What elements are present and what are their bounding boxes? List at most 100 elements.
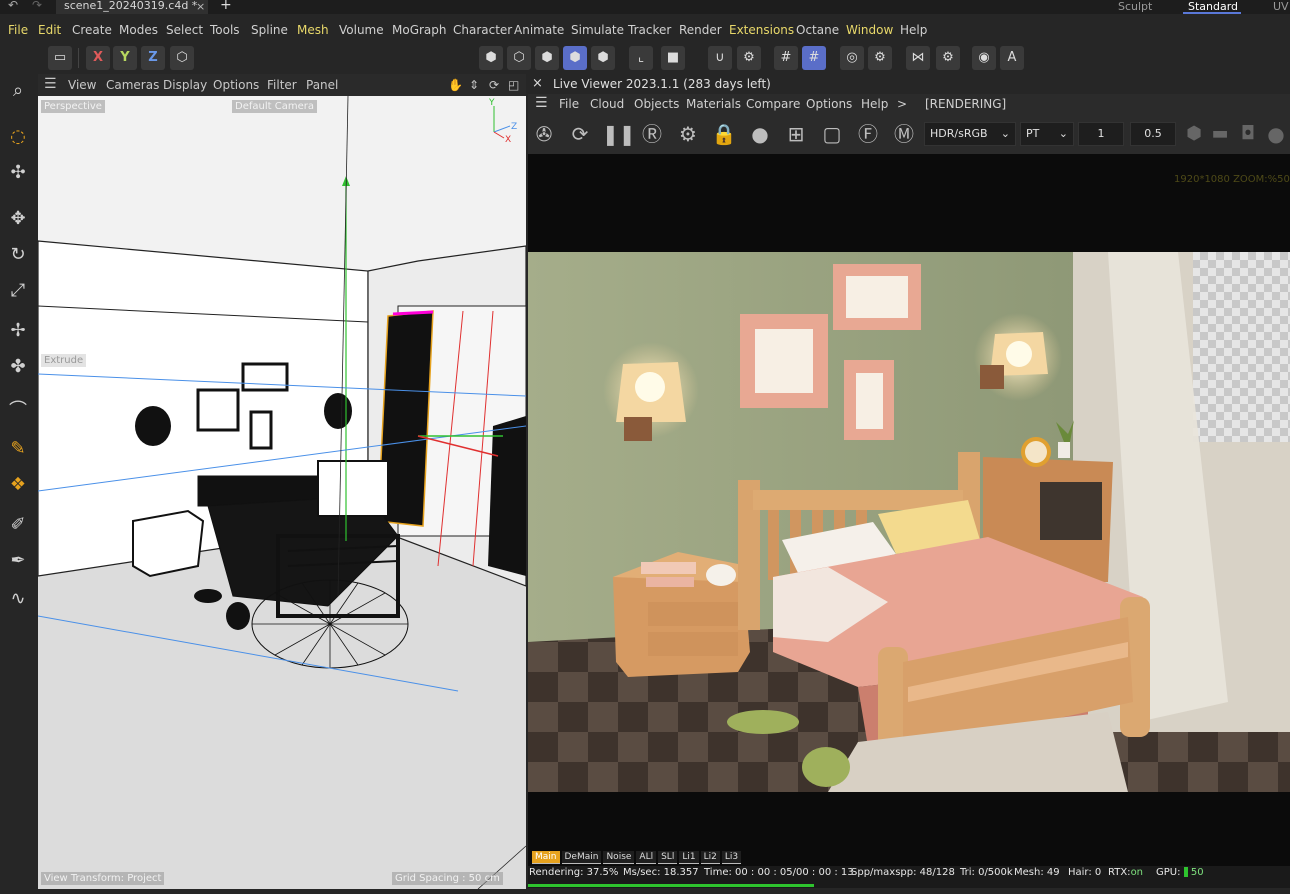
menu-spline[interactable]: Spline <box>251 23 288 37</box>
lv-menu-materials[interactable]: Materials <box>686 97 741 111</box>
sphere-icon[interactable]: ● <box>1262 120 1290 148</box>
grid-auto-icon[interactable]: # <box>802 46 826 70</box>
viewport-menu-display[interactable]: Display <box>163 78 207 92</box>
x-axis-lock-button[interactable]: X <box>86 46 110 70</box>
camera-label[interactable]: Default Camera <box>232 100 317 113</box>
pass-noise[interactable]: Noise <box>603 851 635 864</box>
pan-icon[interactable]: ✋ <box>448 78 463 92</box>
pause-render-icon[interactable]: ❚❚ <box>602 120 636 148</box>
uv-mode-icon[interactable]: ⬢ <box>591 46 615 70</box>
undo-icon[interactable]: ↶ <box>8 0 18 12</box>
menu-file[interactable]: File <box>8 23 28 37</box>
live-selection-icon[interactable]: ◌ <box>5 124 31 150</box>
symmetry-settings-icon[interactable]: ⚙ <box>936 46 960 70</box>
z-axis-lock-button[interactable]: Z <box>141 46 165 70</box>
clay-icon[interactable]: ▬ <box>1206 120 1234 148</box>
menu-mesh[interactable]: Mesh <box>297 23 329 37</box>
redo-icon[interactable]: ↷ <box>32 0 42 12</box>
workplane-icon[interactable]: ◎ <box>840 46 864 70</box>
lv-menu-objects[interactable]: Objects <box>634 97 679 111</box>
polygons-mode-icon[interactable]: ⬢ <box>535 46 559 70</box>
render-canvas[interactable]: 1920*1080 ZOOM:%50 Main DeMain Noise ALl… <box>528 154 1290 866</box>
kernel-select[interactable]: PT ⌄ <box>1020 122 1074 146</box>
pass-demain[interactable]: DeMain <box>561 851 602 864</box>
place-icon[interactable]: ✤ <box>5 354 31 380</box>
menu-simulate[interactable]: Simulate <box>571 23 624 37</box>
menu-create[interactable]: Create <box>72 23 112 37</box>
viewport-menu-panel[interactable]: Panel <box>306 78 338 92</box>
close-tab-icon[interactable]: × <box>196 0 205 13</box>
workplane-settings-icon[interactable]: ⚙ <box>868 46 892 70</box>
octane-icon[interactable]: A <box>1000 46 1024 70</box>
pass-sll[interactable]: SLl <box>658 851 678 864</box>
viewport-menu-options[interactable]: Options <box>213 78 259 92</box>
lv-menu-file[interactable]: File <box>559 97 579 111</box>
new-tab-icon[interactable]: + <box>220 0 232 13</box>
menu-volume[interactable]: Volume <box>339 23 384 37</box>
rotate-icon[interactable]: ↻ <box>5 242 31 268</box>
menu-render[interactable]: Render <box>679 23 722 37</box>
3d-viewport[interactable]: Y Z X Perspective Default Camera Extrude… <box>38 96 526 889</box>
orbit-icon[interactable]: ⟳ <box>489 78 499 92</box>
menu-extensions[interactable]: Extensions <box>729 23 794 37</box>
axis-mode-icon[interactable]: ⌞ <box>629 46 653 70</box>
file-tab[interactable]: scene1_20240319.c4d * <box>56 0 208 14</box>
pass-all[interactable]: ALl <box>636 851 657 864</box>
field1-input[interactable]: 1 <box>1078 122 1124 146</box>
lock-icon[interactable]: 🔒 <box>710 120 738 148</box>
spline-pen-icon[interactable]: ⌒ <box>5 398 31 424</box>
material-pick-icon[interactable]: Ⓜ <box>890 120 918 148</box>
lv-menu-options[interactable]: Options <box>806 97 852 111</box>
points-mode-icon[interactable]: ⬢ <box>479 46 503 70</box>
live-viewer-close-icon[interactable]: × <box>532 76 543 91</box>
maximize-view-icon[interactable]: ◰ <box>508 78 519 92</box>
menu-tools[interactable]: Tools <box>210 23 240 37</box>
send-scene-icon[interactable]: ✇ <box>530 120 558 148</box>
snap-icon[interactable]: ∪ <box>708 46 732 70</box>
menu-window[interactable]: Window <box>846 23 893 37</box>
brush-icon[interactable]: ✐ <box>5 512 31 538</box>
restart-render-icon[interactable]: ⟳ <box>566 120 594 148</box>
move-icon[interactable]: ✥ <box>5 206 31 232</box>
snap-settings-icon[interactable]: ⚙ <box>737 46 761 70</box>
viewport-menu-view[interactable]: View <box>68 78 96 92</box>
viewport-menu-cameras[interactable]: Cameras <box>106 78 159 92</box>
dolly-icon[interactable]: ⇕ <box>469 78 479 92</box>
field2-input[interactable]: 0.5 <box>1130 122 1176 146</box>
symmetry-icon[interactable]: ⋈ <box>906 46 930 70</box>
color-space-select[interactable]: HDR/sRGB ⌄ <box>924 122 1016 146</box>
menu-octane[interactable]: Octane <box>796 23 839 37</box>
menu-select[interactable]: Select <box>166 23 203 37</box>
model-mode-icon[interactable]: ⬢ <box>563 46 587 70</box>
solo-mode-icon[interactable]: ■ <box>661 46 685 70</box>
focus-pick-icon[interactable]: Ⓕ <box>854 120 882 148</box>
film-region-icon[interactable]: ▢ <box>818 120 846 148</box>
lv-menu-more[interactable]: > <box>897 97 907 111</box>
coordinate-system-icon[interactable]: ⬡ <box>170 46 194 70</box>
grid-snap-icon[interactable]: # <box>774 46 798 70</box>
y-axis-lock-button[interactable]: Y <box>113 46 137 70</box>
menu-character[interactable]: Character <box>453 23 512 37</box>
primitives-icon[interactable]: ❖ <box>5 472 31 498</box>
viewport-menu-filter[interactable]: Filter <box>267 78 297 92</box>
spline-sketch-icon[interactable]: ✎ <box>5 436 31 462</box>
menu-mograph[interactable]: MoGraph <box>392 23 447 37</box>
live-viewer-menu-icon[interactable]: ☰ <box>535 95 548 111</box>
menu-animate[interactable]: Animate <box>514 23 564 37</box>
lv-menu-help[interactable]: Help <box>861 97 888 111</box>
menu-edit[interactable]: Edit <box>38 23 61 37</box>
pass-li2[interactable]: Li2 <box>700 851 720 864</box>
scale-icon[interactable]: ⤢ <box>5 278 31 304</box>
lv-menu-cloud[interactable]: Cloud <box>590 97 624 111</box>
spline-smooth-icon[interactable]: ∿ <box>5 586 31 612</box>
transfer-icon[interactable]: ✢ <box>5 318 31 344</box>
region-render-icon[interactable]: Ⓡ <box>638 120 666 148</box>
visibility-icon[interactable]: ◉ <box>972 46 996 70</box>
tweak-icon[interactable]: ✣ <box>5 160 31 186</box>
menu-help[interactable]: Help <box>900 23 927 37</box>
projection-label[interactable]: Perspective <box>41 100 105 113</box>
add-region-icon[interactable]: ⊞ <box>782 120 810 148</box>
viewport-menu-icon[interactable]: ☰ <box>44 76 57 92</box>
material-ball-icon[interactable]: ● <box>746 120 774 148</box>
search-icon[interactable]: ⌕ <box>5 78 31 104</box>
